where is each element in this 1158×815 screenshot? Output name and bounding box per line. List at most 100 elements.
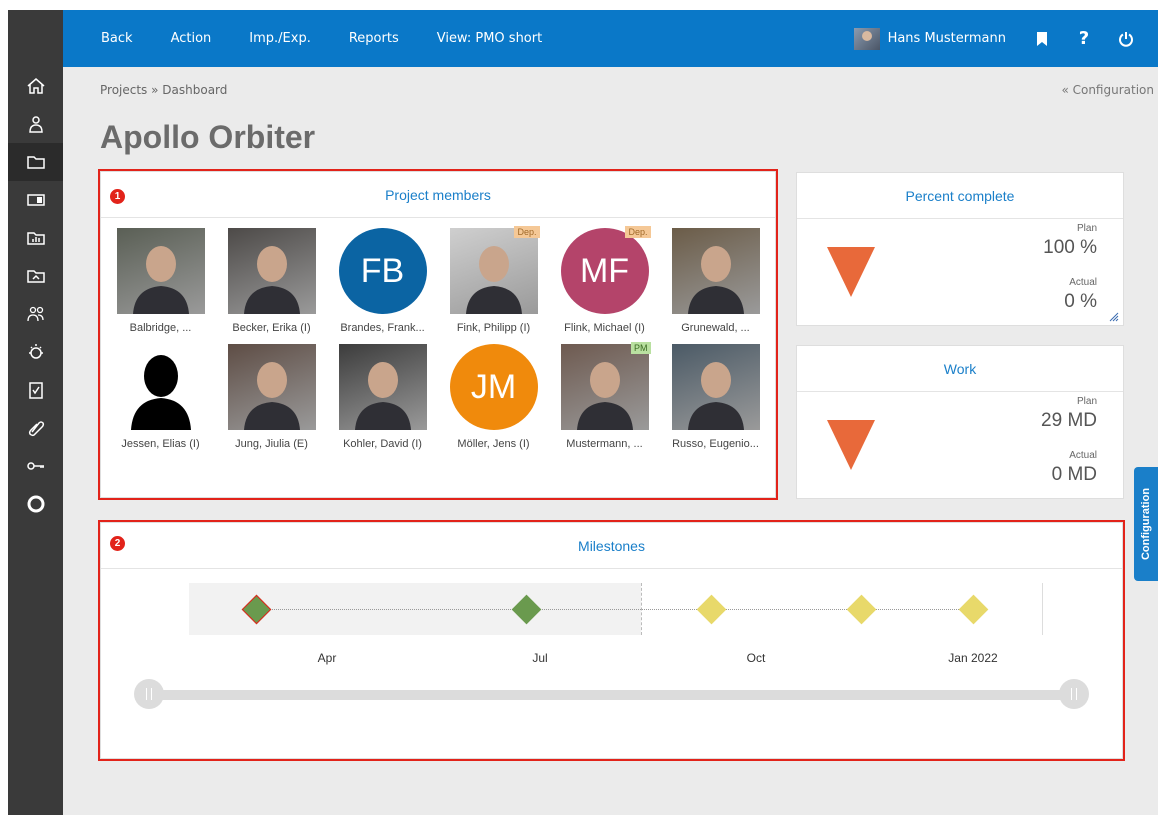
role-badge: Dep. [514, 226, 540, 238]
person-icon[interactable] [8, 105, 63, 143]
power-icon[interactable] [1116, 29, 1136, 49]
avatar-initials: FB [360, 251, 405, 290]
plan-value: 100 % [1043, 237, 1097, 258]
percent-complete-title[interactable]: Percent complete [797, 173, 1123, 219]
resize-grip-icon[interactable] [1109, 312, 1119, 322]
sidebar [8, 10, 63, 815]
month-label: Apr [317, 651, 337, 665]
member-name[interactable]: Flink, Michael (I) [564, 322, 645, 334]
configuration-link[interactable]: « Configuration [1061, 83, 1154, 97]
member-name[interactable]: Mustermann, ... [566, 438, 642, 450]
work-panel: Work Plan 29 MD Actual 0 MD [796, 345, 1124, 499]
chart-folder-icon[interactable] [8, 219, 63, 257]
slider-handle-right[interactable] [1059, 679, 1089, 709]
member-silhouette-avatar [117, 344, 205, 430]
milestone-4[interactable] [846, 594, 877, 625]
actual-label: Actual [1069, 450, 1097, 461]
member-card[interactable]: Dep. Fink, Philipp (I) [438, 226, 549, 334]
member-name[interactable]: Kohler, David (I) [343, 438, 422, 450]
plan-value: 29 MD [1041, 410, 1097, 431]
configuration-tab-label: Configuration [1140, 487, 1153, 561]
milestone-3[interactable] [696, 594, 727, 625]
menu-reports[interactable]: Reports [349, 31, 399, 46]
member-name[interactable]: Grunewald, ... [681, 322, 749, 334]
member-photo: PM [560, 342, 651, 430]
breadcrumb[interactable]: Projects » Dashboard [100, 83, 227, 97]
idea-icon[interactable] [8, 333, 63, 371]
timeline-range-slider[interactable] [149, 690, 1074, 700]
milestones-title[interactable]: Milestones [101, 523, 1122, 569]
member-name[interactable]: Brandes, Frank... [340, 322, 424, 334]
member-name[interactable]: Russo, Eugenio... [672, 438, 759, 450]
member-card[interactable]: Russo, Eugenio... [660, 344, 771, 450]
timeline-end-marker [1042, 583, 1043, 635]
menu-view[interactable]: View: PMO short [437, 31, 542, 46]
milestone-5[interactable] [958, 594, 989, 625]
report-folder-icon[interactable] [8, 257, 63, 295]
checklist-icon[interactable] [8, 371, 63, 409]
menu-action[interactable]: Action [171, 31, 212, 46]
month-label: Jul [532, 651, 548, 665]
member-card[interactable]: PM Mustermann, ... [549, 342, 660, 450]
avatar-initials: JM [470, 367, 517, 406]
attachment-icon[interactable] [8, 409, 63, 447]
member-initials-avatar: FB [338, 228, 427, 314]
member-card[interactable]: Jessen, Elias (I) [105, 344, 216, 450]
page-title: Apollo Orbiter [100, 119, 316, 155]
member-grid: Balbridge, ... Becker, Erika (I) FB Brandes… [101, 218, 775, 450]
member-photo [338, 344, 427, 430]
help-icon[interactable]: ? [1074, 28, 1094, 49]
trend-down-indicator [827, 247, 875, 297]
folder-icon[interactable] [8, 143, 63, 181]
help-ring-icon[interactable] [8, 485, 63, 523]
user-area: Hans Mustermann ? [853, 27, 1158, 50]
project-members-title[interactable]: Project members [101, 172, 775, 218]
member-name[interactable]: Jung, Jiulia (E) [235, 438, 308, 450]
member-card[interactable]: JM Möller, Jens (I) [438, 344, 549, 450]
configuration-tab[interactable]: Configuration [1134, 467, 1158, 581]
menu-import-export[interactable]: Imp./Exp. [249, 31, 311, 46]
plan-label: Plan [1076, 223, 1097, 234]
project-members-panel: Project members Balbridge, ... Becker, Er… [100, 171, 776, 498]
member-photo: Dep. [449, 226, 540, 314]
member-name[interactable]: Möller, Jens (I) [457, 438, 529, 450]
menu-back[interactable]: Back [101, 31, 133, 46]
work-title[interactable]: Work [797, 346, 1123, 392]
team-icon[interactable] [8, 295, 63, 333]
month-label: Jan 2022 [948, 651, 998, 665]
role-badge: PM [631, 342, 651, 354]
member-card[interactable]: Jung, Jiulia (E) [216, 344, 327, 450]
member-name[interactable]: Becker, Erika (I) [232, 322, 310, 334]
member-photo [671, 228, 760, 314]
board-icon[interactable] [8, 181, 63, 219]
main-content: Projects » Dashboard « Configuration Apo… [63, 67, 1158, 815]
plan-label: Plan [1076, 396, 1097, 407]
member-name[interactable]: Fink, Philipp (I) [457, 322, 530, 334]
member-photo [227, 344, 316, 430]
work-body: Plan 29 MD Actual 0 MD [797, 392, 1123, 499]
member-photo [671, 344, 760, 430]
member-initials-avatar: JM [449, 344, 538, 430]
callout-badge-2: 2 [110, 536, 125, 551]
member-card[interactable]: Grunewald, ... [660, 228, 771, 334]
user-name[interactable]: Hans Mustermann [888, 31, 1006, 46]
member-card[interactable]: FB Brandes, Frank... [327, 228, 438, 334]
member-photo [227, 228, 316, 314]
milestones-panel: Milestones Apr Jul Oct Jan 2022 [100, 522, 1123, 759]
member-card[interactable]: Balbridge, ... [105, 228, 216, 334]
trend-down-indicator [827, 420, 875, 470]
member-card[interactable]: Kohler, David (I) [327, 344, 438, 450]
member-initials-avatar: MF Dep. [560, 226, 651, 314]
member-name[interactable]: Jessen, Elias (I) [121, 438, 199, 450]
member-name[interactable]: Balbridge, ... [130, 322, 192, 334]
member-card[interactable]: Becker, Erika (I) [216, 228, 327, 334]
bookmark-icon[interactable] [1032, 29, 1052, 49]
avatar-initials: MF [579, 251, 630, 290]
member-card[interactable]: MF Dep. Flink, Michael (I) [549, 226, 660, 334]
actual-value: 0 % [1064, 291, 1097, 312]
role-badge: Dep. [625, 226, 651, 238]
key-icon[interactable] [8, 447, 63, 485]
slider-handle-left[interactable] [134, 679, 164, 709]
home-icon[interactable] [8, 67, 63, 105]
avatar[interactable] [853, 27, 880, 50]
